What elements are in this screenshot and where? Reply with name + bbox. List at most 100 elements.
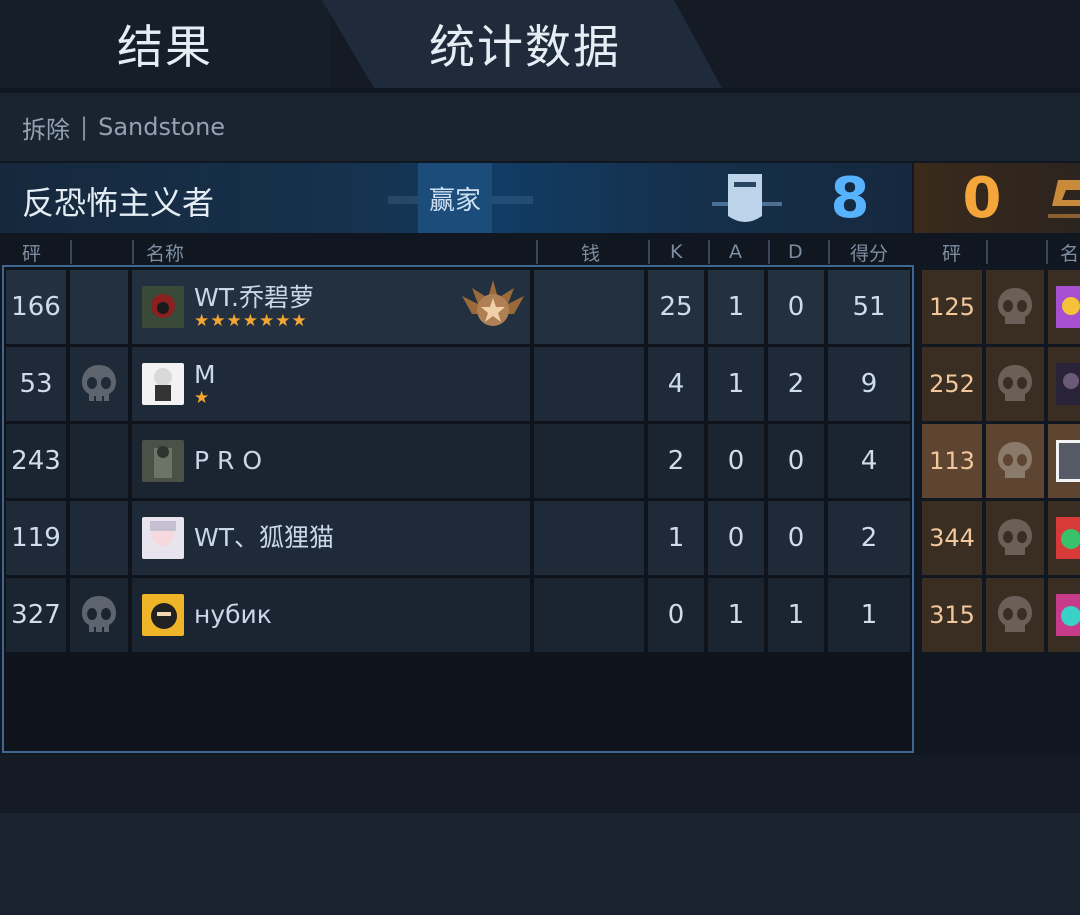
match-info: 拆除 | Sandstone	[0, 93, 1080, 161]
player-kills: 1	[648, 501, 704, 575]
player-assists: 1	[708, 347, 764, 421]
player-row[interactable]: 327 нубик 0 1 1 1	[6, 578, 910, 652]
skull-icon	[998, 442, 1032, 478]
player-money	[534, 424, 644, 498]
player-name: WT.乔碧萝	[194, 283, 314, 312]
player-name-cell: M ★	[132, 347, 530, 421]
match-info-separator: |	[80, 113, 89, 141]
player-row[interactable]: 53 M ★ 4 1 2 9	[6, 347, 910, 421]
player-stars: ★★★★★★★	[194, 311, 308, 331]
winner-label: 赢家	[428, 185, 481, 216]
player-deaths: 0	[768, 424, 824, 498]
col-score: 得分	[850, 242, 889, 265]
skull-icon	[82, 596, 116, 632]
opponent-rank: 344	[922, 501, 982, 575]
player-kills: 25	[648, 270, 704, 344]
player-kills: 4	[648, 347, 704, 421]
skull-icon	[998, 288, 1032, 324]
footer-area	[0, 813, 1080, 915]
opponent-row[interactable]: 252	[922, 347, 1080, 421]
player-deaths: 0	[768, 501, 824, 575]
footer-strip	[0, 755, 1080, 813]
opponent-name-cell	[1048, 270, 1080, 344]
player-rank: 119	[6, 501, 66, 575]
skull-icon	[998, 365, 1032, 401]
status-cell	[986, 578, 1044, 652]
player-deaths: 2	[768, 347, 824, 421]
status-cell	[70, 501, 128, 575]
status-cell	[70, 424, 128, 498]
player-money	[534, 578, 644, 652]
player-deaths: 1	[768, 578, 824, 652]
t-team-icon	[1048, 180, 1080, 218]
map-name: Sandstone	[98, 113, 226, 141]
player-rank: 166	[6, 270, 66, 344]
col-divider	[648, 240, 650, 264]
opponent-name-cell	[1048, 424, 1080, 498]
player-assists: 0	[708, 501, 764, 575]
col-divider	[708, 240, 710, 264]
status-cell	[70, 578, 128, 652]
skull-icon	[998, 519, 1032, 555]
player-name: P R O	[194, 446, 263, 475]
player-money	[534, 270, 644, 344]
col-money: 钱	[581, 242, 601, 265]
col-assists: A	[729, 241, 742, 263]
player-row[interactable]: 119 WT、狐狸猫 1 0 0 2	[6, 501, 910, 575]
tab-result[interactable]: 结果	[0, 0, 330, 88]
col-divider	[536, 240, 538, 264]
player-name-cell: WT、狐狸猫	[132, 501, 530, 575]
player-name: WT、狐狸猫	[194, 523, 334, 552]
col-divider	[986, 240, 988, 264]
player-row[interactable]: 243 P R O 2 0 0 4	[6, 424, 910, 498]
player-avatar	[142, 594, 184, 636]
opponent-rank: 125	[922, 270, 982, 344]
col-name: 名称	[146, 242, 185, 265]
skull-icon	[998, 596, 1032, 632]
player-rank: 327	[6, 578, 66, 652]
col-divider	[70, 240, 72, 264]
player-rank: 53	[6, 347, 66, 421]
opponent-rank: 252	[922, 347, 982, 421]
status-cell	[986, 501, 1044, 575]
col-divider	[828, 240, 830, 264]
player-name-cell: нубик	[132, 578, 530, 652]
riot-shield-icon	[712, 174, 782, 222]
player-assists: 0	[708, 424, 764, 498]
player-avatar	[142, 286, 184, 328]
player-name: M	[194, 360, 216, 389]
player-avatar	[142, 363, 184, 405]
opponent-rank: 113	[922, 424, 982, 498]
team-name: 反恐怖主义者	[22, 184, 215, 222]
player-row[interactable]: 166 WT.乔碧萝 ★★★★★★★ 25 1 0 51	[6, 270, 910, 344]
opponent-row[interactable]: 113	[922, 424, 1080, 498]
col-divider	[132, 240, 134, 264]
player-deaths: 0	[768, 270, 824, 344]
star-medal-icon	[462, 280, 524, 326]
tab-stats[interactable]: 统计数据	[360, 0, 690, 88]
game-mode: 拆除	[22, 115, 70, 144]
player-name-cell: WT.乔碧萝 ★★★★★★★	[132, 270, 530, 344]
opponent-row[interactable]: 125	[922, 270, 1080, 344]
col-divider	[768, 240, 770, 264]
status-cell	[986, 424, 1044, 498]
winner-badge: 赢家	[418, 163, 492, 233]
col-divider	[1046, 240, 1048, 264]
player-score: 9	[828, 347, 910, 421]
player-kills: 0	[648, 578, 704, 652]
player-assists: 1	[708, 578, 764, 652]
col-kills: K	[670, 241, 683, 263]
opponent-row[interactable]: 315	[922, 578, 1080, 652]
player-stars: ★	[194, 388, 211, 408]
skull-icon	[82, 365, 116, 401]
t-score: 0	[962, 166, 1002, 231]
ct-score: 8	[830, 166, 870, 231]
opponent-row[interactable]: 344	[922, 501, 1080, 575]
player-name-cell: P R O	[132, 424, 530, 498]
player-avatar	[1056, 286, 1080, 328]
opp-col-rank: 砰	[942, 242, 962, 265]
status-cell	[986, 347, 1044, 421]
player-avatar	[142, 517, 184, 559]
player-money	[534, 501, 644, 575]
status-cell	[70, 270, 128, 344]
